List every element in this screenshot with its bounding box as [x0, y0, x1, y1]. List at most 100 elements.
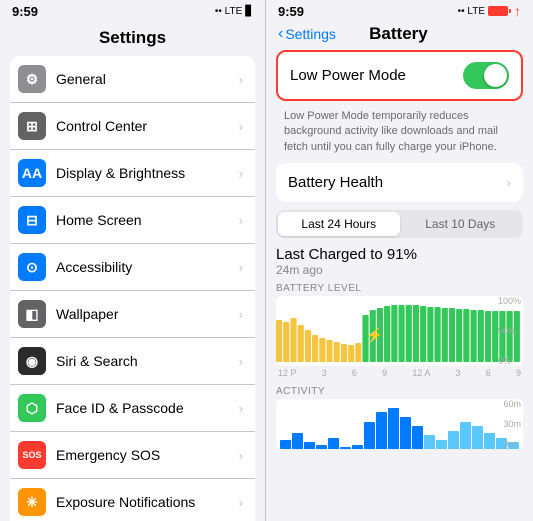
battery-health-chevron-icon: ›	[507, 175, 511, 190]
siri-label: Siri & Search	[56, 353, 235, 369]
battery-health-row[interactable]: Battery Health ›	[276, 163, 523, 202]
display-label: Display & Brightness	[56, 165, 235, 181]
battery-level-section: BATTERY LEVEL	[276, 283, 523, 378]
settings-item-exposure[interactable]: ✳ Exposure Notifications ›	[10, 479, 255, 521]
charge-subtitle: 24m ago	[276, 263, 523, 277]
activity-bar	[292, 433, 303, 449]
activity-bar	[448, 431, 459, 449]
activity-y-axis: 60m 30m 0m	[503, 399, 521, 449]
right-nav: ‹ Settings Battery	[266, 22, 533, 50]
charge-info: Last Charged to 91% 24m ago	[276, 246, 523, 277]
activity-bar	[304, 442, 315, 449]
exposure-chevron-icon: ›	[239, 495, 243, 510]
y-50: 50%	[498, 326, 521, 336]
activity-bar	[376, 412, 387, 449]
activity-bar	[316, 445, 327, 450]
back-label: Settings	[285, 26, 336, 42]
battery-x-axis: 12 P 3 6 9 12 A 3 6 9	[276, 368, 523, 378]
settings-item-home-screen[interactable]: ⊟ Home Screen ›	[10, 197, 255, 244]
activity-bar	[388, 408, 399, 449]
low-power-description: Low Power Mode temporarily reduces backg…	[276, 105, 523, 163]
settings-item-accessibility[interactable]: ⊙Accessibility›	[10, 244, 255, 291]
control-center-icon: ⊞	[18, 112, 46, 140]
charge-title: Last Charged to 91%	[276, 246, 523, 263]
right-time: 9:59	[278, 4, 304, 19]
battery-y-axis: 100% 50% 0%	[498, 296, 521, 366]
left-status-bar: 9:59 •• LTE ▊	[0, 0, 265, 22]
activity-section: ACTIVITY	[276, 386, 523, 449]
low-power-row: Low Power Mode	[276, 50, 523, 101]
activity-bar	[364, 422, 375, 450]
left-panel-title: Settings	[0, 22, 265, 56]
accessibility-icon: ⊙	[18, 253, 46, 281]
accessibility-label: Accessibility	[56, 259, 235, 275]
control-center-label: Control Center	[56, 118, 235, 134]
wallpaper-chevron-icon: ›	[239, 307, 243, 322]
tab-24h[interactable]: Last 24 Hours	[278, 212, 400, 236]
exposure-label: Exposure Notifications	[56, 494, 235, 510]
exposure-icon: ✳	[18, 488, 46, 516]
battery-icon: ▊	[245, 6, 253, 17]
activity-bar	[484, 433, 495, 449]
settings-item-sos[interactable]: SOS Emergency SOS ›	[10, 432, 255, 479]
activity-bar	[472, 426, 483, 449]
battery-health-label: Battery Health	[288, 174, 503, 191]
svg-text:⚡: ⚡	[366, 327, 384, 344]
right-signal-icon: •• LTE	[458, 6, 485, 17]
low-power-label: Low Power Mode	[290, 67, 463, 84]
right-status-icons: •• LTE ↑	[458, 3, 521, 19]
home-screen-icon: ⊟	[18, 206, 46, 234]
home-screen-chevron-icon: ›	[239, 213, 243, 228]
siri-icon: ◉	[18, 347, 46, 375]
left-status-icons: •• LTE ▊	[215, 6, 253, 17]
activity-bar	[460, 422, 471, 450]
display-chevron-icon: ›	[239, 166, 243, 181]
wallpaper-label: Wallpaper	[56, 306, 235, 322]
right-panel-title: Battery	[369, 24, 428, 44]
faceid-chevron-icon: ›	[239, 401, 243, 416]
battery-level-label: BATTERY LEVEL	[276, 283, 523, 294]
general-label: General	[56, 71, 235, 87]
wallpaper-icon: ◧	[18, 300, 46, 328]
signal-icon: •• LTE	[215, 6, 242, 17]
tab-10d[interactable]: Last 10 Days	[400, 212, 522, 236]
home-screen-label: Home Screen	[56, 212, 235, 228]
control-center-chevron-icon: ›	[239, 119, 243, 134]
activity-label: ACTIVITY	[276, 386, 523, 397]
battery-chart-svg: ⚡	[276, 300, 523, 362]
settings-item-wallpaper[interactable]: ◧ Wallpaper ›	[10, 291, 255, 338]
settings-group-main: ⚙ General › ⊞ Control Center › AA Display & Bri…	[10, 56, 255, 521]
settings-item-display[interactable]: AA Display & Brightness ›	[10, 150, 255, 197]
settings-item-siri[interactable]: ◉ Siri & Search ›	[10, 338, 255, 385]
activity-bar	[280, 440, 291, 449]
activity-bar	[412, 426, 423, 449]
right-content: Low Power Mode Low Power Mode temporaril…	[266, 50, 533, 521]
settings-item-faceid[interactable]: ⬡Face ID & Passcode›	[10, 385, 255, 432]
y-100: 100%	[498, 296, 521, 306]
sos-label: Emergency SOS	[56, 447, 235, 463]
back-button[interactable]: ‹ Settings	[278, 25, 336, 43]
y-0: 0%	[498, 356, 521, 366]
faceid-icon: ⬡	[18, 394, 46, 422]
sos-chevron-icon: ›	[239, 448, 243, 463]
battery-chart: ⚡ 100% 50% 0%	[276, 296, 523, 366]
activity-chart	[276, 399, 523, 449]
sos-icon: SOS	[18, 441, 46, 469]
activity-bar	[352, 445, 363, 450]
battery-arrow-icon: ↑	[514, 3, 521, 19]
general-icon: ⚙	[18, 65, 46, 93]
activity-bar	[328, 438, 339, 450]
low-power-toggle[interactable]	[463, 62, 509, 89]
settings-item-general[interactable]: ⚙ General ›	[10, 56, 255, 103]
activity-bar	[340, 447, 351, 449]
general-chevron-icon: ›	[239, 72, 243, 87]
siri-chevron-icon: ›	[239, 354, 243, 369]
settings-item-control-center[interactable]: ⊞ Control Center ›	[10, 103, 255, 150]
left-time: 9:59	[12, 4, 38, 19]
settings-list: ⚙ General › ⊞ Control Center › AA Display & Bri…	[0, 56, 265, 521]
right-status-bar: 9:59 •• LTE ↑	[266, 0, 533, 22]
display-icon: AA	[18, 159, 46, 187]
activity-bar	[424, 435, 435, 449]
right-battery-icon	[488, 6, 508, 16]
time-tabs: Last 24 Hours Last 10 Days	[276, 210, 523, 238]
